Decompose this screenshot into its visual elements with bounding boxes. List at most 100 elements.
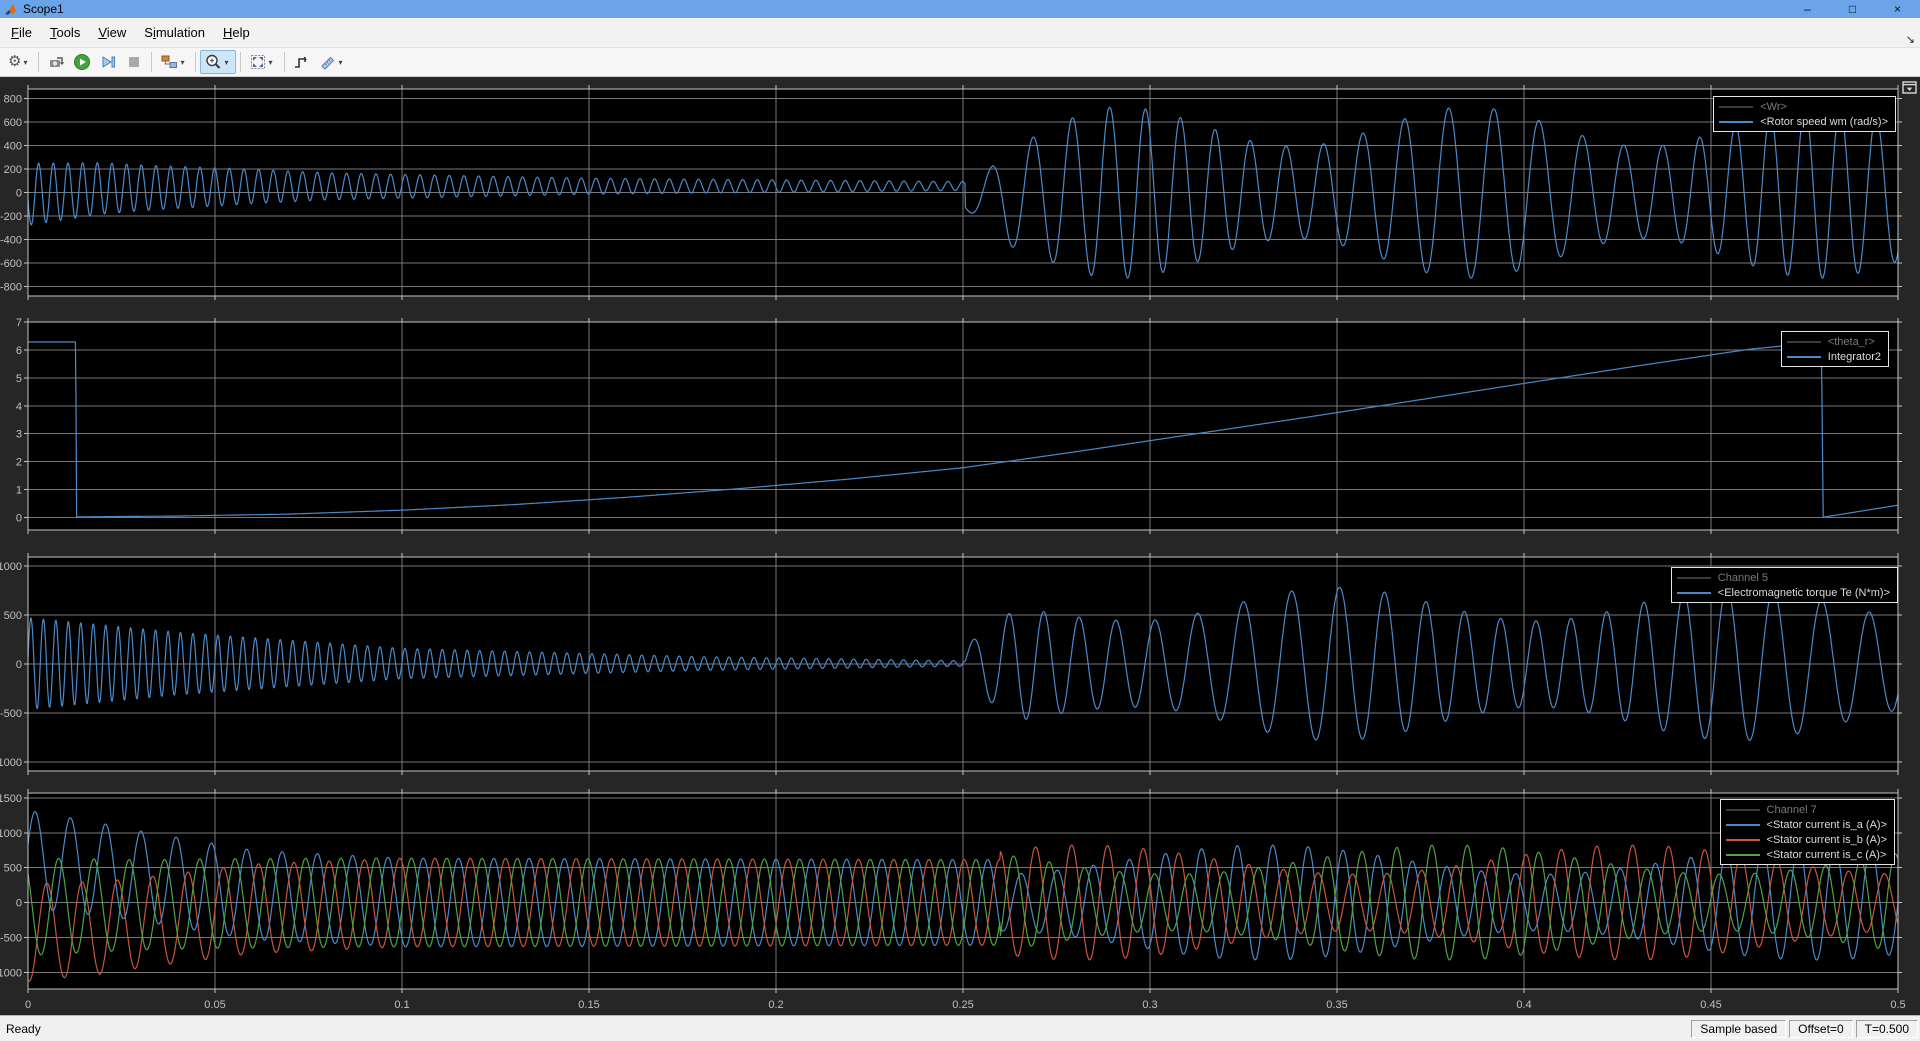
y-tick-label: 0 xyxy=(16,188,22,200)
legend-label: <Stator current is_a (A)> xyxy=(1767,819,1887,831)
legend-line-sample xyxy=(1719,106,1753,108)
y-tick-label: -800 xyxy=(0,282,22,294)
legend-entry[interactable]: <Rotor speed wm (rad/s)> xyxy=(1719,114,1888,129)
overflow-arrow-icon[interactable]: ↘ xyxy=(1906,33,1915,47)
legend-entry[interactable]: <Electromagnetic torque Te (N*m)> xyxy=(1677,585,1890,600)
x-tick-label: 0.2 xyxy=(768,999,783,1011)
y-tick-label: -200 xyxy=(0,211,22,223)
plot-panel-1[interactable]: 76543210 xyxy=(16,317,1902,534)
settings-button[interactable]: ⚙ ▾ xyxy=(4,50,34,74)
y-tick-label: -1000 xyxy=(0,757,22,769)
chevron-down-icon: ▾ xyxy=(222,58,231,67)
y-tick-label: 400 xyxy=(4,140,22,152)
signal-selector-button[interactable]: ▾ xyxy=(156,50,191,74)
close-button[interactable]: × xyxy=(1875,0,1920,18)
plot-panel-2[interactable]: 10005000-500-1000 xyxy=(0,553,1902,775)
y-tick-label: -600 xyxy=(0,258,22,270)
stop-icon xyxy=(125,53,143,71)
x-tick-label: 0.3 xyxy=(1142,999,1157,1011)
plot-panel-0[interactable]: 800 600 400 200 0 -200 -400 -600 -800 xyxy=(0,85,1902,300)
chevron-down-icon: ▾ xyxy=(267,58,276,67)
menu-view[interactable]: View xyxy=(89,18,135,47)
plot-panel-3[interactable]: 150010005000-500-100000.050.10.150.20.25… xyxy=(0,789,1906,1011)
y-tick-label: -500 xyxy=(0,708,22,720)
triggers-button[interactable] xyxy=(289,50,315,74)
legend-line-sample xyxy=(1726,809,1760,811)
y-tick-label: 800 xyxy=(4,93,22,105)
legend[interactable]: <Wr> <Rotor speed wm (rad/s)> xyxy=(1713,96,1896,132)
run-button[interactable] xyxy=(69,50,95,74)
y-tick-label: 500 xyxy=(4,610,22,622)
legend[interactable]: <theta_r> Integrator2 xyxy=(1781,331,1889,367)
window-title: Scope1 xyxy=(23,0,64,18)
legend-line-sample xyxy=(1726,824,1760,826)
maximize-button[interactable]: □ xyxy=(1830,0,1875,18)
legend-line-sample xyxy=(1719,121,1753,123)
y-tick-label: -1000 xyxy=(0,967,22,979)
status-sample-mode: Sample based xyxy=(1691,1020,1786,1038)
chevron-down-icon: ▾ xyxy=(178,58,187,67)
signal-selector-icon xyxy=(160,53,178,71)
legend-label: <Stator current is_b (A)> xyxy=(1767,834,1887,846)
simulink-snapshot-button[interactable] xyxy=(43,50,69,74)
y-tick-label: -400 xyxy=(0,235,22,247)
legend-label: <Rotor speed wm (rad/s)> xyxy=(1760,116,1888,128)
y-tick-label: 5 xyxy=(16,373,22,385)
toolbar-separator xyxy=(284,52,285,72)
x-tick-label: 0.4 xyxy=(1516,999,1531,1011)
step-forward-icon xyxy=(99,53,117,71)
legend-line-sample xyxy=(1677,577,1711,579)
legend-line-sample xyxy=(1726,854,1760,856)
y-tick-label: 200 xyxy=(4,164,22,176)
legend-line-sample xyxy=(1787,356,1821,358)
menu-help[interactable]: Help xyxy=(214,18,259,47)
y-tick-label: 3 xyxy=(16,429,22,441)
legend-entry[interactable]: <theta_r> xyxy=(1787,334,1881,349)
y-tick-label: -500 xyxy=(0,932,22,944)
status-bar: Ready Sample based Offset=0 T=0.500 xyxy=(0,1015,1920,1041)
menu-simulation[interactable]: Simulation xyxy=(135,18,214,47)
step-forward-button[interactable] xyxy=(95,50,121,74)
status-text: Ready xyxy=(6,1022,41,1036)
legend[interactable]: Channel 7 <Stator current is_a (A)> <Stato… xyxy=(1720,799,1895,865)
legend-entry[interactable]: <Stator current is_a (A)> xyxy=(1726,817,1887,832)
y-tick-label: 4 xyxy=(16,401,22,413)
zoom-button[interactable]: ▾ xyxy=(200,50,235,74)
scope-canvas[interactable]: 8006004002000-200-400-600-80076543210100… xyxy=(0,77,1920,1015)
legend-entry[interactable]: Channel 5 xyxy=(1677,570,1890,585)
gear-icon: ⚙ xyxy=(8,50,21,74)
status-time: T=0.500 xyxy=(1856,1020,1918,1038)
stop-button[interactable] xyxy=(121,50,147,74)
legend[interactable]: Channel 5 <Electromagnetic torque Te (N*m… xyxy=(1671,567,1898,603)
legend-entry[interactable]: <Stator current is_b (A)> xyxy=(1726,832,1887,847)
legend-label: Channel 7 xyxy=(1767,804,1817,816)
x-tick-label: 0.05 xyxy=(204,999,225,1011)
x-tick-label: 0.5 xyxy=(1890,999,1905,1011)
title-bar: Scope1 – □ × xyxy=(0,0,1920,18)
plots-svg[interactable]: 8006004002000-200-400-600-80076543210100… xyxy=(0,77,1920,1015)
y-tick-label: 6 xyxy=(16,345,22,357)
dock-figure-icon[interactable] xyxy=(1902,80,1918,95)
legend-entry[interactable]: Integrator2 xyxy=(1787,349,1881,364)
toolbar-separator xyxy=(38,52,39,72)
legend-entry[interactable]: <Wr> xyxy=(1719,99,1888,114)
minimize-button[interactable]: – xyxy=(1785,0,1830,18)
legend-label: <Electromagnetic torque Te (N*m)> xyxy=(1718,587,1890,599)
legend-label: <Wr> xyxy=(1760,101,1787,113)
matlab-logo-icon xyxy=(4,3,18,16)
legend-label: Integrator2 xyxy=(1828,351,1881,363)
y-tick-label: 2 xyxy=(16,457,22,469)
chevron-down-icon: ▾ xyxy=(337,58,346,67)
fit-to-view-button[interactable]: ▾ xyxy=(245,50,280,74)
measurements-button[interactable]: ▾ xyxy=(315,50,350,74)
y-tick-label: 600 xyxy=(4,117,22,129)
toolbar-separator xyxy=(240,52,241,72)
x-tick-label: 0.35 xyxy=(1326,999,1347,1011)
legend-entry[interactable]: <Stator current is_c (A)> xyxy=(1726,847,1887,862)
legend-entry[interactable]: Channel 7 xyxy=(1726,802,1887,817)
menu-tools[interactable]: Tools xyxy=(41,18,89,47)
menu-file[interactable]: File xyxy=(2,18,41,47)
simulink-snapshot-icon xyxy=(47,53,65,71)
toolbar-separator xyxy=(195,52,196,72)
y-tick-label: 500 xyxy=(4,863,22,875)
